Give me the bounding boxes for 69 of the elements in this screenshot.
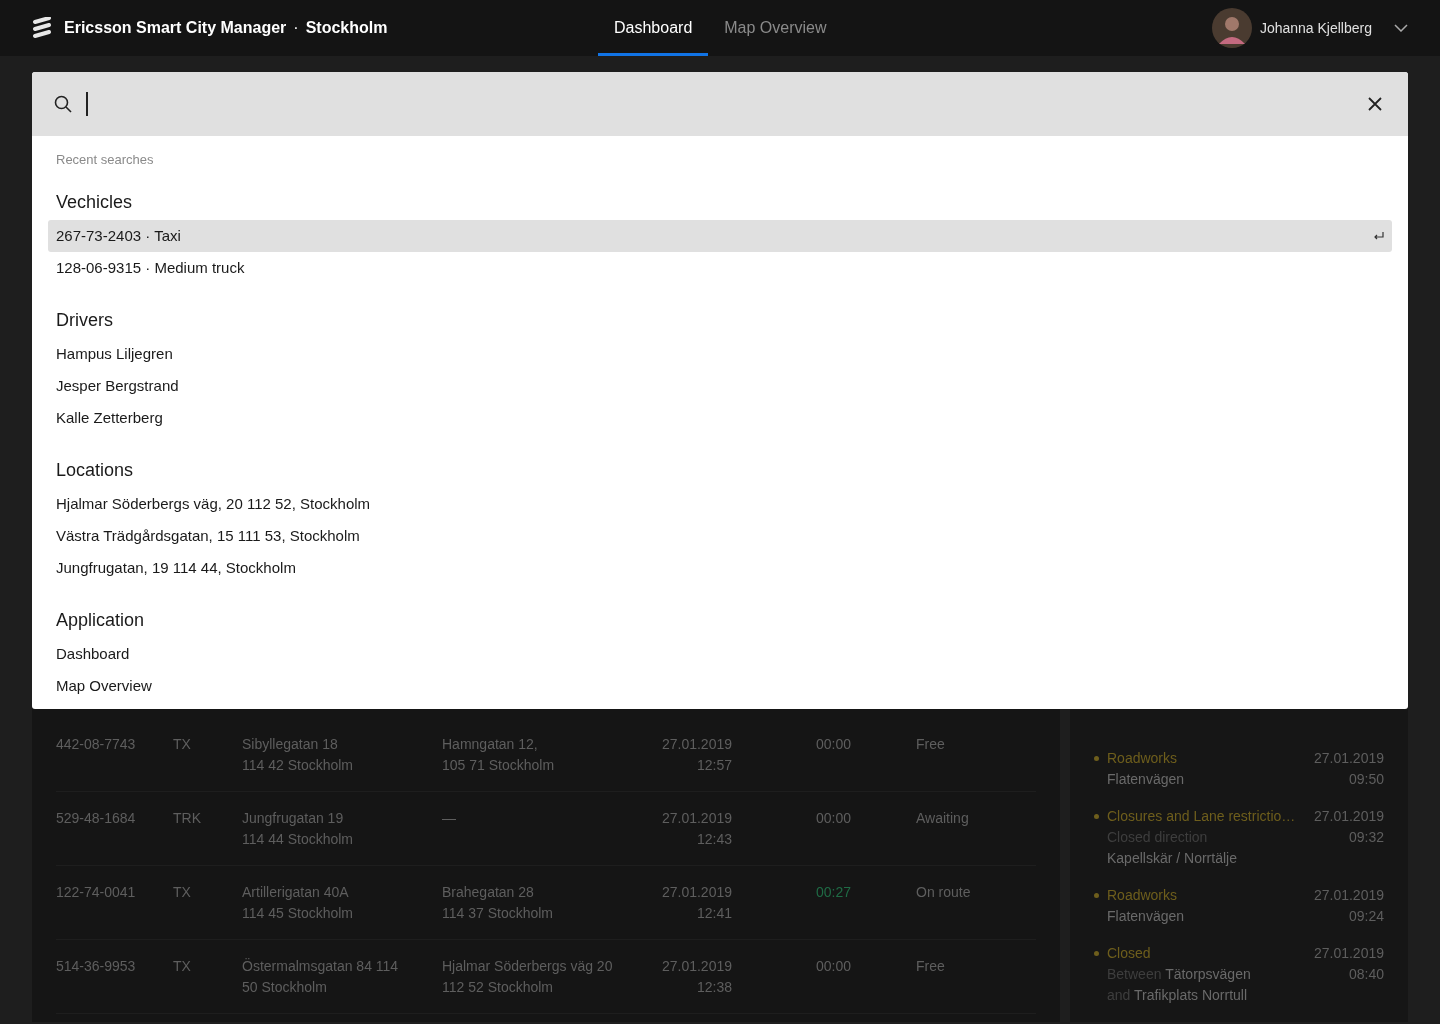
- section-heading: Vechicles: [55, 191, 134, 214]
- table-cell-text: 27.01.2019 12:57: [660, 735, 732, 775]
- section-heading: Locations: [55, 459, 135, 482]
- table-cell-text: 00:00: [816, 809, 853, 828]
- incident-title: Roadworks: [1107, 886, 1178, 905]
- table-cell-text: Jungfrugatan 19 114 44 Stockholm: [242, 809, 355, 849]
- table-cell-text: Awaiting: [916, 809, 970, 828]
- incident-detail: Flatenvägen: [1107, 771, 1185, 787]
- table-cell-text: —: [442, 809, 457, 828]
- recent-searches-label: Recent searches: [55, 152, 155, 168]
- search-result-item[interactable]: Dashboard: [48, 638, 1392, 670]
- incident-title: Closures and Lane restrictio…: [1107, 807, 1296, 826]
- incident-detail: Kapellskär / Norrtälje: [1107, 850, 1237, 866]
- table-cell-text: TX: [173, 735, 192, 754]
- nav-tab[interactable]: Dashboard: [598, 0, 709, 56]
- title-separator: ·: [293, 18, 299, 38]
- table-cell-text: Free: [916, 735, 946, 754]
- incident-time: 27.01.2019 08:40: [1313, 944, 1384, 984]
- incident-title: Closed: [1107, 944, 1151, 963]
- search-result-item[interactable]: Hjalmar Söderbergs väg, 20 112 52, Stockholm: [48, 488, 1392, 520]
- search-result-item[interactable]: Hampus Liljegren: [48, 338, 1392, 370]
- table-cell-text: 122-74-0041: [56, 883, 137, 902]
- chevron-down-icon[interactable]: [1394, 24, 1408, 32]
- text-cursor: [86, 92, 88, 116]
- close-icon[interactable]: [1368, 97, 1382, 111]
- table-cell-text: 529-48-1684: [56, 809, 137, 828]
- app-title: Ericsson Smart City Manager: [64, 18, 287, 38]
- search-result-item[interactable]: Map Overview: [48, 670, 1392, 702]
- table-cell-text: TX: [173, 883, 192, 902]
- incident-title: Roadworks: [1107, 749, 1178, 768]
- search-result-item[interactable]: 267-73-2403 · Taxi: [48, 220, 1392, 252]
- table-cell-text: Artillerigatan 40A 114 45 Stockholm: [242, 883, 355, 923]
- enter-key-icon: [1374, 232, 1384, 240]
- search-result-item[interactable]: Jesper Bergstrand: [48, 370, 1392, 402]
- table-cell-text: Hjalmar Söderbergs väg 20 112 52 Stockholm: [442, 957, 614, 997]
- incident-detail: Flatenvägen: [1107, 908, 1185, 924]
- incident-time: 27.01.2019 09:50: [1313, 749, 1384, 789]
- table-cell-text: Sibyllegatan 18 114 42 Stockholm: [242, 735, 355, 775]
- table-cell-text: 00:27: [816, 883, 853, 902]
- table-cell-text: On route: [916, 883, 972, 902]
- search-result-item[interactable]: Västra Trädgårdsgatan, 15 111 53, Stockholm: [48, 520, 1392, 552]
- search-result-item[interactable]: Kalle Zetterberg: [48, 402, 1392, 434]
- user-name[interactable]: Johanna Kjellberg: [1259, 17, 1372, 39]
- table-cell-text: TRK: [173, 809, 202, 828]
- table-cell-text: 00:00: [816, 735, 853, 754]
- table-cell-text: 00:00: [816, 957, 853, 976]
- table-cell-text: Free: [916, 957, 946, 976]
- table-cell-text: 514-36-9953: [56, 957, 137, 976]
- table-cell-text: TX: [173, 957, 192, 976]
- table-cell-text: Brahegatan 28 114 37 Stockholm: [442, 883, 555, 923]
- search-result-item[interactable]: Jungfrugatan, 19 114 44, Stockholm: [48, 552, 1392, 584]
- logo-icon: [32, 17, 52, 39]
- section-heading: Application: [55, 609, 146, 632]
- nav-tab[interactable]: Map Overview: [708, 0, 843, 56]
- table-cell-text: 27.01.2019 12:41: [660, 883, 732, 923]
- table-cell-text: 27.01.2019 12:43: [660, 809, 732, 849]
- city-name: Stockholm: [305, 18, 388, 38]
- table-cell-text: Östermalmsgatan 84 114 50 Stockholm: [242, 957, 400, 997]
- section-heading: Drivers: [55, 309, 114, 332]
- incident-detail: Trafikplats Norrtull: [1134, 987, 1248, 1003]
- search-icon: [54, 95, 72, 113]
- incident-time: 27.01.2019 09:32: [1313, 807, 1384, 847]
- avatar-icon[interactable]: [1211, 8, 1252, 48]
- incident-detail: Tätorpsvägen: [1165, 966, 1251, 982]
- table-cell-text: Hamngatan 12, 105 71 Stockholm: [442, 735, 556, 775]
- table-cell-text: 27.01.2019 12:38: [660, 957, 732, 997]
- table-cell-text: 442-08-7743: [56, 735, 137, 754]
- incident-time: 27.01.2019 09:24: [1313, 886, 1384, 926]
- search-result-item[interactable]: 128-06-9315 · Medium truck: [48, 252, 1392, 284]
